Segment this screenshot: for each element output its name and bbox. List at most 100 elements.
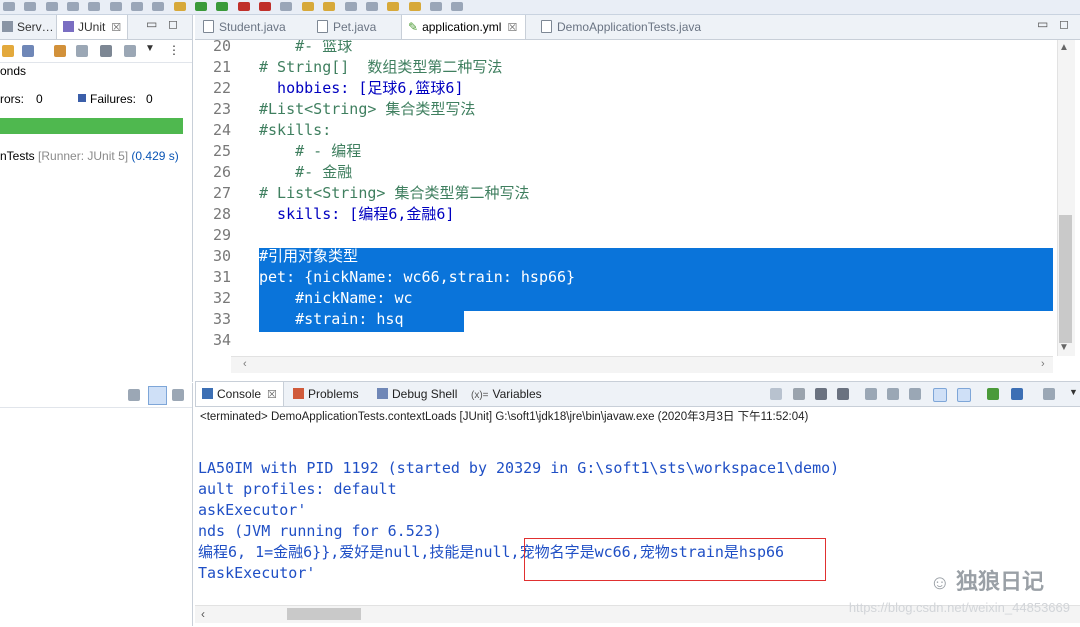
next-failure-icon[interactable] xyxy=(2,45,14,57)
forward-icon[interactable] xyxy=(408,2,421,11)
failure-trace-view xyxy=(0,383,193,626)
remove-all-icon[interactable] xyxy=(837,388,849,400)
left-view-tabbar: Serv… JUnit ☒ ▭ ◻ xyxy=(0,15,192,40)
pin-icon[interactable] xyxy=(770,388,782,400)
console-output-line: askExecutor' xyxy=(198,501,307,519)
chevron-down-icon[interactable]: ▼ xyxy=(1069,387,1078,397)
new-console-icon[interactable] xyxy=(1043,388,1055,400)
watermark: ☺ 独狼日记 xyxy=(929,569,1044,594)
failures-label: Failures: xyxy=(90,92,137,106)
tab-pet-java[interactable]: Pet.java xyxy=(317,15,376,39)
show-on-stdout-icon[interactable] xyxy=(933,388,947,402)
console-output-line: nds (JVM running for 6.523) xyxy=(198,522,442,540)
previous-failure-icon[interactable] xyxy=(22,45,34,57)
junit-toolbar: ▼ ⋮ xyxy=(0,40,192,63)
filter-stack-icon[interactable] xyxy=(148,386,167,405)
view-menu-icon[interactable]: ⋮ xyxy=(168,43,180,57)
test-tree-item[interactable]: nTests [Runner: JUnit 5] (0.429 s) xyxy=(0,149,179,163)
java-file-icon xyxy=(317,20,328,33)
close-icon[interactable]: ☒ xyxy=(507,22,517,34)
maximize-icon[interactable]: ◻ xyxy=(168,17,178,31)
terminate-icon[interactable] xyxy=(793,388,805,400)
maximize-icon[interactable]: ◻ xyxy=(1059,17,1069,31)
chevron-down-icon[interactable]: ▼ xyxy=(145,43,155,54)
toolbar-button[interactable] xyxy=(451,2,464,11)
external-tools-icon[interactable] xyxy=(259,2,272,11)
clear-console-icon[interactable] xyxy=(865,388,877,400)
tab-variables[interactable]: (x)= Variables xyxy=(471,382,542,406)
open-console-icon[interactable] xyxy=(987,388,999,400)
compare-icon[interactable] xyxy=(128,389,140,401)
toolbar-button[interactable] xyxy=(131,2,144,11)
tab-application-yml[interactable]: ✎ application.yml ☒ xyxy=(401,15,527,39)
show-on-stderr-icon[interactable] xyxy=(957,388,971,402)
code-line: 26 #- 金融 xyxy=(212,163,353,181)
new-icon[interactable] xyxy=(301,2,314,11)
history-icon[interactable] xyxy=(124,45,136,57)
scrollbar-thumb[interactable] xyxy=(287,608,361,620)
scroll-up-icon[interactable]: ▲ xyxy=(1059,42,1069,53)
toolbar-button[interactable] xyxy=(280,2,293,11)
debug-shell-icon xyxy=(377,388,388,399)
run-as-icon[interactable] xyxy=(216,2,229,11)
failures-icon xyxy=(78,94,86,102)
tab-student-java[interactable]: Student.java xyxy=(203,15,286,39)
toolbar-button[interactable] xyxy=(429,2,442,11)
scroll-lock-icon[interactable] xyxy=(887,388,899,400)
horizontal-scrollbar[interactable] xyxy=(231,356,1053,373)
scroll-left-icon[interactable]: ‹ xyxy=(243,358,247,370)
toolbar-button[interactable] xyxy=(67,2,80,11)
rerun-failed-icon[interactable] xyxy=(76,45,88,57)
stop-icon[interactable] xyxy=(237,2,250,11)
tab-servers[interactable]: Serv… xyxy=(0,15,60,39)
back-icon[interactable] xyxy=(387,2,400,11)
annotation-box xyxy=(524,538,826,581)
tab-debug-shell[interactable]: Debug Shell xyxy=(377,382,457,406)
scroll-down-icon[interactable]: ▼ xyxy=(1059,342,1069,353)
variables-icon: (x)= xyxy=(471,390,489,401)
stop-icon[interactable] xyxy=(100,45,112,57)
problems-icon xyxy=(293,388,304,399)
annotation-icon[interactable] xyxy=(323,2,336,11)
process-status: <terminated> DemoApplicationTests.contex… xyxy=(200,411,809,423)
minimize-icon[interactable]: ▭ xyxy=(1037,17,1048,31)
close-icon[interactable]: ☒ xyxy=(111,22,121,34)
tab-demoapplicationtests-java[interactable]: DemoApplicationTests.java xyxy=(541,15,701,39)
toolbar-button[interactable] xyxy=(109,2,122,11)
toolbar-button[interactable] xyxy=(3,2,15,11)
toolbar-button[interactable] xyxy=(24,2,37,11)
close-icon[interactable]: ☒ xyxy=(267,389,277,401)
code-line: 29 xyxy=(212,226,231,244)
code-line-selected: 32 #nickName: wc xyxy=(212,289,413,307)
word-wrap-icon[interactable] xyxy=(909,388,921,400)
rerun-icon[interactable] xyxy=(54,45,66,57)
scroll-left-icon[interactable]: ‹ xyxy=(201,607,205,621)
toolbar-button[interactable] xyxy=(152,2,165,11)
toolbar-button[interactable] xyxy=(365,2,378,11)
console-output-line: TaskExecutor' xyxy=(198,564,316,582)
toolbar-button[interactable] xyxy=(45,2,58,11)
display-console-icon[interactable] xyxy=(1011,388,1023,400)
scrollbar-thumb[interactable] xyxy=(1059,215,1072,343)
toolbar-button[interactable] xyxy=(88,2,101,11)
scroll-right-icon[interactable]: › xyxy=(1041,358,1045,370)
toolbar-button[interactable] xyxy=(344,2,357,11)
code-line: 27 # List<String> 集合类型第二种写法 xyxy=(212,184,530,202)
debug-icon[interactable] xyxy=(173,2,186,11)
tab-console[interactable]: Console ☒ xyxy=(195,382,284,406)
editor-tabbar: Student.java Pet.java ✎ application.yml ☒ … xyxy=(195,15,1080,40)
code-line-selected: 33 #strain: hsq xyxy=(212,310,404,328)
tab-problems[interactable]: Problems xyxy=(293,382,359,406)
code-line: 23 #List<String> 集合类型写法 xyxy=(212,100,476,118)
tab-junit[interactable]: JUnit ☒ xyxy=(56,15,129,39)
console-tabbar: Console ☒ Problems Debug Shell (x)= Variab… xyxy=(195,382,1080,407)
run-icon[interactable] xyxy=(195,2,208,11)
code-line: 20 #- 篮球 xyxy=(212,40,353,55)
test-progress-bar xyxy=(0,118,183,134)
minimize-icon[interactable]: ▭ xyxy=(146,17,157,31)
console-output-line: LA50IM with PID 1192 (started by 20329 i… xyxy=(198,459,840,477)
junit-view: Serv… JUnit ☒ ▭ ◻ ▼ ⋮ onds rors: 0 Failur… xyxy=(0,15,193,382)
code-editor[interactable]: 20 #- 篮球 21 # String[] 数组类型第二种写法 22 hobbi… xyxy=(195,40,1053,356)
remove-launch-icon[interactable] xyxy=(815,388,827,400)
copy-trace-icon[interactable] xyxy=(172,389,184,401)
